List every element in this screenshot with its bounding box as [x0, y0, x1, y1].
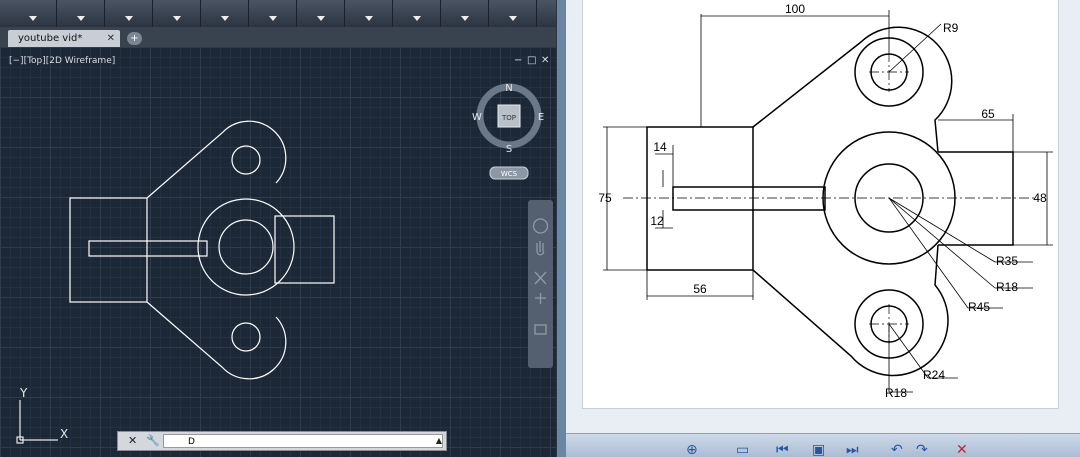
command-line: ✕ 🔧 D ▲ [117, 431, 447, 451]
dim-56: 56 [693, 282, 707, 296]
rotate-right-icon[interactable]: ↷ [916, 442, 928, 457]
dim-100: 100 [785, 2, 805, 16]
delete-icon[interactable]: ✕ [956, 442, 968, 457]
reference-drawing: 100 65 56 75 48 14 12 R9 R35 R18 R45 R24… [598, 2, 1053, 400]
dim-r35: R35 [996, 254, 1018, 268]
dim-12: 12 [650, 214, 664, 228]
dim-r18-upper: R18 [996, 280, 1018, 294]
dim-48: 48 [1033, 191, 1047, 205]
dim-r18-lower: R18 [885, 386, 907, 400]
ucs-icon [16, 400, 58, 444]
reference-drawing-paper: 100 65 56 75 48 14 12 R9 R35 R18 R45 R24… [583, 0, 1058, 408]
fit-window-icon[interactable]: ▭ [736, 442, 749, 457]
ref-right-boss [938, 151, 1014, 246]
dim-r24: R24 [923, 368, 945, 382]
dim-14: 14 [653, 140, 667, 154]
dim-65: 65 [981, 107, 995, 121]
ref-slot [672, 186, 826, 211]
cad-window: youtube vid* ✕ + [−][Top][2D Wireframe] … [0, 0, 556, 457]
next-icon[interactable]: ⏭ [846, 442, 859, 457]
ucs-x-label: X [60, 427, 69, 441]
wrench-icon[interactable]: 🔧 [146, 434, 160, 447]
zoom-icon[interactable]: ⊕ [686, 442, 698, 457]
rotate-left-icon[interactable]: ↶ [891, 442, 903, 457]
ucs-y-label: Y [20, 386, 28, 400]
command-input[interactable]: D [163, 434, 443, 448]
ref-lower-arm [752, 244, 949, 377]
dim-r9: R9 [943, 21, 959, 35]
slideshow-icon[interactable]: ▣ [812, 442, 825, 457]
viewer-toolbar: ⊕ ▭ ⏮ ▣ ⏭ ↶ ↷ ✕ [566, 433, 1080, 457]
image-viewer-window: 100 65 56 75 48 14 12 R9 R35 R18 R45 R24… [566, 0, 1080, 457]
command-text: D [188, 437, 195, 447]
dim-75: 75 [598, 191, 612, 205]
previous-icon[interactable]: ⏮ [776, 442, 789, 457]
dim-r45: R45 [968, 300, 990, 314]
ref-upper-arm [752, 26, 953, 153]
chevron-up-icon[interactable]: ▲ [436, 436, 442, 445]
close-icon[interactable]: ✕ [128, 434, 137, 447]
